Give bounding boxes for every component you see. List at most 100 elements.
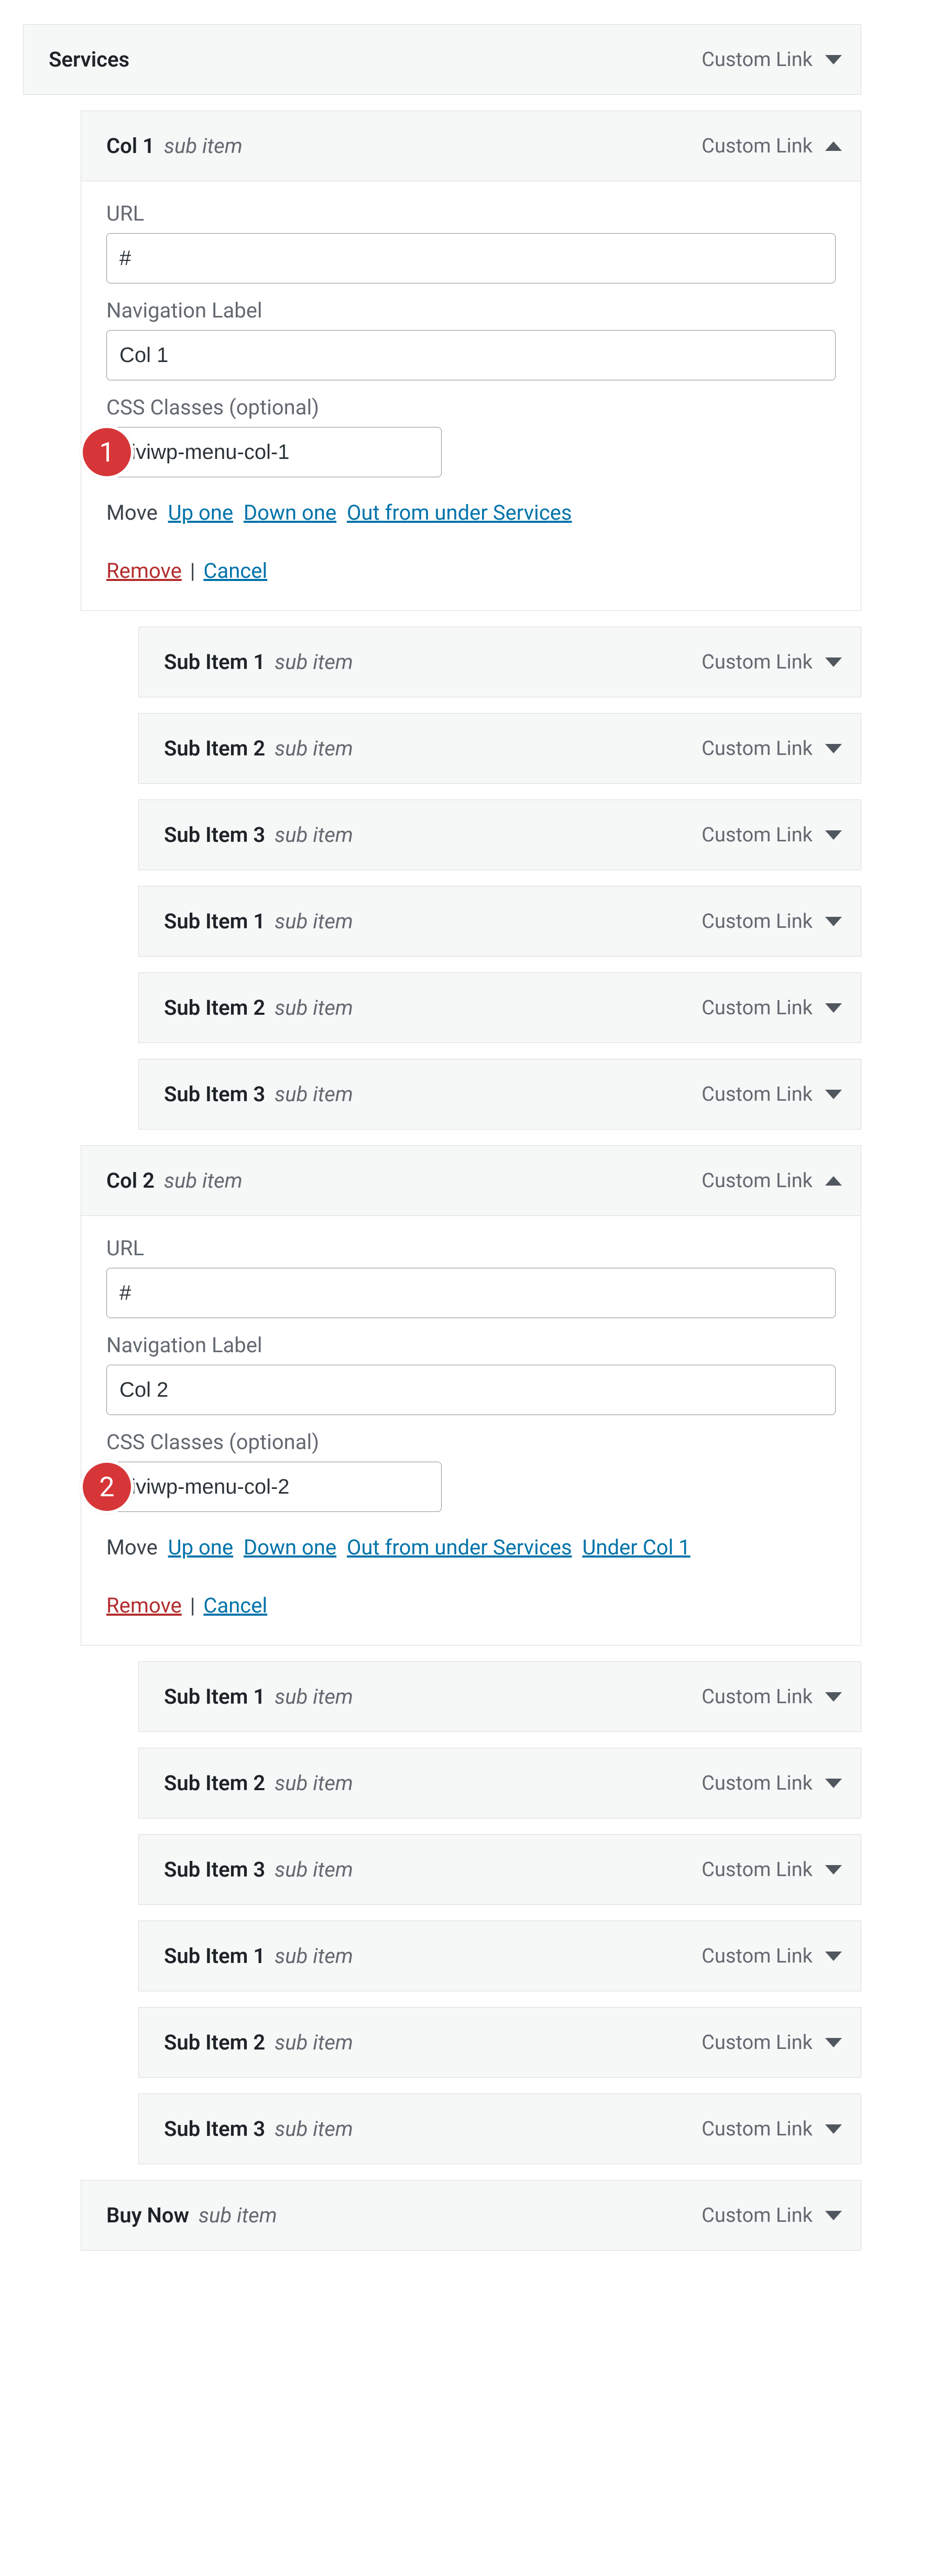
- menu-item-meta: Custom Link: [701, 737, 842, 760]
- menu-item-header[interactable]: Sub Item 1sub item Custom Link: [138, 886, 861, 957]
- menu-item-type-label: Custom Link: [701, 2031, 813, 2054]
- menu-item-row: Sub Item 2sub item Custom Link: [138, 2007, 861, 2078]
- chevron-down-icon[interactable]: [825, 1003, 842, 1013]
- menu-item-title: Sub Item 1sub item: [164, 1684, 353, 1709]
- chevron-down-icon[interactable]: [825, 2038, 842, 2047]
- menu-item-meta: Custom Link: [701, 824, 842, 847]
- chevron-down-icon[interactable]: [825, 657, 842, 667]
- menu-item-name: Services: [49, 47, 129, 72]
- chevron-down-icon[interactable]: [825, 1779, 842, 1788]
- navigation-label-label: Navigation Label: [106, 298, 836, 323]
- url-input[interactable]: [106, 233, 836, 283]
- menu-item-header[interactable]: Sub Item 1sub item Custom Link: [138, 627, 861, 697]
- remove-link[interactable]: Remove: [106, 558, 182, 583]
- menu-item-header[interactable]: Col 1sub item Custom Link: [81, 111, 861, 181]
- navigation-label-input[interactable]: [106, 1365, 836, 1415]
- move-link-under-col1[interactable]: Under Col 1: [582, 1535, 690, 1560]
- menu-item-type-label: Custom Link: [701, 737, 813, 760]
- chevron-down-icon[interactable]: [825, 1865, 842, 1875]
- menu-item-row: Sub Item 3sub item Custom Link: [138, 1059, 861, 1130]
- menu-item-row: Sub Item 3sub item Custom Link: [138, 2093, 861, 2164]
- url-input[interactable]: [106, 1268, 836, 1318]
- navigation-label-input[interactable]: [106, 330, 836, 380]
- chevron-down-icon[interactable]: [825, 1692, 842, 1702]
- menu-item-header[interactable]: Buy Nowsub itemCustom Link: [81, 2180, 861, 2251]
- menu-item-row: Sub Item 3sub item Custom Link: [138, 1834, 861, 1905]
- menu-item-title: Sub Item 2sub item: [164, 2030, 353, 2055]
- menu-item-type-label: Custom Link: [701, 1685, 813, 1708]
- menu-item-meta: Custom Link: [701, 2204, 842, 2227]
- menu-item-title: Col 1sub item: [106, 134, 243, 158]
- menu-item-header[interactable]: Sub Item 2sub item Custom Link: [138, 2007, 861, 2078]
- menu-item-meta: Custom Link: [701, 910, 842, 933]
- menu-item-header[interactable]: Sub Item 3sub item Custom Link: [138, 2093, 861, 2164]
- menu-item-type-label: Custom Link: [701, 651, 813, 674]
- menu-item-type-label: Custom Link: [701, 1772, 813, 1795]
- menu-item-header[interactable]: Sub Item 2sub itemCustom Link: [138, 972, 861, 1043]
- menu-item-title: Sub Item 3sub item: [164, 1857, 353, 1882]
- move-link-out-from-under-services[interactable]: Out from under Services: [347, 500, 572, 525]
- menu-item-name: Sub Item 3: [164, 1857, 265, 1882]
- menu-structure-list: ServicesCustom Link1Col 1sub itemCustom …: [23, 24, 861, 2251]
- move-link-down-one[interactable]: Down one: [244, 1535, 336, 1560]
- menu-item-meta: Custom Link: [701, 1858, 842, 1881]
- cancel-link[interactable]: Cancel: [203, 1593, 267, 1618]
- menu-item-title: Sub Item 1sub item: [164, 909, 353, 934]
- menu-item-name: Sub Item 2: [164, 2030, 265, 2055]
- menu-item-title: Sub Item 1sub item: [164, 650, 353, 674]
- menu-item-header[interactable]: Sub Item 2sub itemCustom Link: [138, 713, 861, 784]
- css-classes-input[interactable]: [106, 1462, 442, 1512]
- menu-item-row: Buy Nowsub itemCustom Link: [81, 2180, 861, 2251]
- css-classes-label: CSS Classes (optional): [106, 1430, 836, 1454]
- chevron-down-icon[interactable]: [825, 1952, 842, 1961]
- css-classes-input[interactable]: [106, 427, 442, 477]
- menu-item-type-label: Custom Link: [701, 1169, 813, 1192]
- menu-item-type-label: Custom Link: [701, 2204, 813, 2227]
- move-link-up-one[interactable]: Up one: [168, 500, 233, 525]
- move-link-down-one[interactable]: Down one: [244, 500, 336, 525]
- menu-item-header[interactable]: Sub Item 1sub item Custom Link: [138, 1661, 861, 1732]
- move-label: Move: [106, 1535, 158, 1560]
- menu-item-header[interactable]: Col 2sub item Custom Link: [81, 1145, 861, 1216]
- menu-item-type-label: Custom Link: [701, 135, 813, 158]
- menu-item-title: Col 2sub item: [106, 1168, 243, 1193]
- item-actions: Remove | Cancel: [106, 1593, 836, 1618]
- menu-item-meta: Custom Link: [701, 1772, 842, 1795]
- chevron-down-icon[interactable]: [825, 1090, 842, 1099]
- navigation-label-label: Navigation Label: [106, 1333, 836, 1357]
- menu-item-title: Sub Item 3sub item: [164, 823, 353, 847]
- menu-item-name: Sub Item 2: [164, 995, 265, 1020]
- menu-item-type-label: Custom Link: [701, 910, 813, 933]
- cancel-link[interactable]: Cancel: [203, 558, 267, 583]
- chevron-down-icon[interactable]: [825, 744, 842, 753]
- menu-item-header[interactable]: Sub Item 3sub item Custom Link: [138, 799, 861, 870]
- menu-item-header[interactable]: Sub Item 2sub item Custom Link: [138, 1748, 861, 1818]
- menu-item-header[interactable]: Sub Item 3sub item Custom Link: [138, 1059, 861, 1130]
- menu-item-name: Sub Item 1: [164, 909, 265, 934]
- move-link-up-one[interactable]: Up one: [168, 1535, 233, 1560]
- chevron-down-icon[interactable]: [825, 830, 842, 840]
- menu-item-title: Sub Item 3sub item: [164, 2117, 353, 2141]
- annotation-badge: 2: [80, 1460, 134, 1514]
- chevron-down-icon[interactable]: [825, 55, 842, 64]
- menu-item-header[interactable]: ServicesCustom Link: [23, 24, 861, 95]
- menu-item-settings: URLNavigation LabelCSS Classes (optional…: [81, 181, 861, 611]
- menu-item-type-label: Custom Link: [701, 1083, 813, 1106]
- menu-item-header[interactable]: Sub Item 3sub item Custom Link: [138, 1834, 861, 1905]
- chevron-down-icon[interactable]: [825, 2211, 842, 2220]
- menu-item-subtype: sub item: [275, 736, 353, 761]
- chevron-down-icon[interactable]: [825, 2124, 842, 2134]
- menu-item-meta: Custom Link: [701, 135, 842, 158]
- chevron-up-icon[interactable]: [825, 1176, 842, 1186]
- chevron-down-icon[interactable]: [825, 917, 842, 926]
- menu-item-title: Sub Item 3sub item: [164, 1082, 353, 1106]
- move-link-out-from-under-services[interactable]: Out from under Services: [347, 1535, 572, 1560]
- menu-item-meta: Custom Link: [701, 996, 842, 1020]
- chevron-up-icon[interactable]: [825, 141, 842, 151]
- menu-item-meta: Custom Link: [701, 2118, 842, 2141]
- menu-item-header[interactable]: Sub Item 1sub itemCustom Link: [138, 1921, 861, 1991]
- menu-item-type-label: Custom Link: [701, 996, 813, 1020]
- menu-item-title: Sub Item 2sub item: [164, 1771, 353, 1795]
- remove-link[interactable]: Remove: [106, 1593, 182, 1618]
- menu-item-row: Sub Item 1sub item Custom Link: [138, 627, 861, 697]
